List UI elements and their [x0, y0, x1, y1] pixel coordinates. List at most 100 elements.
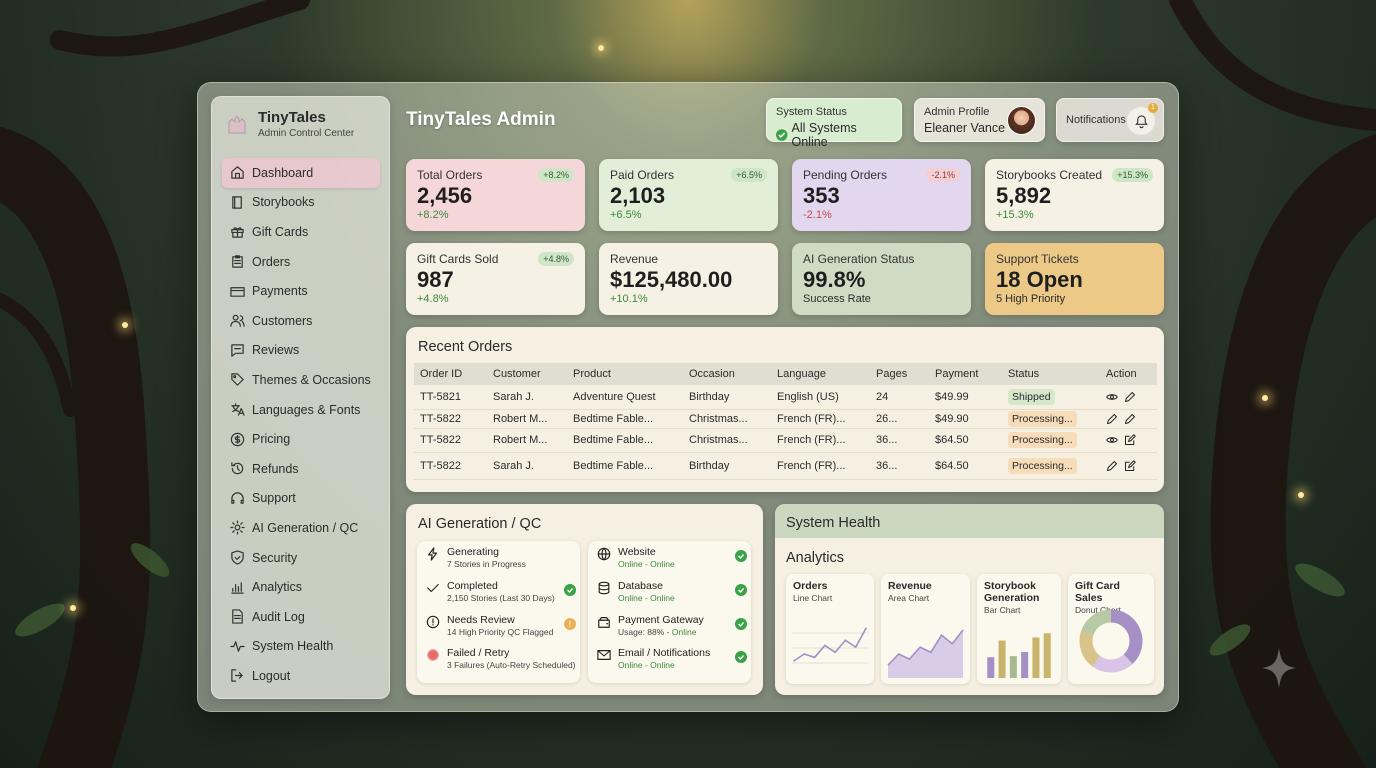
line-point [803, 653, 806, 655]
sidebar-item-customers[interactable]: Customers [222, 306, 380, 336]
bar-chart-icon [231, 581, 244, 594]
column-header[interactable]: Occasion [683, 363, 771, 385]
stat-change-badge: +15.3% [1112, 168, 1153, 182]
revenue-chart-card[interactable]: Revenue Area Chart [881, 574, 970, 684]
column-header[interactable]: Payment [929, 363, 1002, 385]
eye-action-button[interactable] [1106, 391, 1124, 403]
clipboard-icon [232, 255, 243, 268]
stat-card-paid-orders[interactable]: Paid Orders 2,103 +6.5% +6.5% [599, 159, 778, 231]
cell-payment: $64.50 [935, 434, 969, 446]
sidebar-item-label: Payments [252, 284, 308, 299]
cell-language: French (FR)... [777, 459, 846, 472]
edit-action-button[interactable] [1124, 434, 1142, 446]
stat-value: 2,456 [417, 183, 473, 208]
cell-payment: $49.90 [935, 412, 969, 425]
sidebar-item-reviews[interactable]: Reviews [222, 336, 380, 366]
orders-chart-card[interactable]: Orders Line Chart [786, 574, 874, 684]
document-icon [232, 609, 243, 624]
chart-type-label: Line Chart [793, 593, 833, 603]
stat-card-storybooks-created[interactable]: Storybooks Created 5,892 +15.3% +15.3% [985, 159, 1164, 231]
sidebar-item-audit-log[interactable]: Audit Log [222, 602, 380, 632]
stat-card-support-tickets[interactable]: Support Tickets 18 Open 5 High Priority [985, 243, 1164, 315]
column-header[interactable]: Product [567, 363, 683, 385]
column-header[interactable]: Order ID [414, 363, 487, 385]
generation-row-generating[interactable]: Generating 7 Stories in Progress [426, 546, 576, 569]
sidebar-item-pricing[interactable]: Pricing [222, 424, 380, 454]
table-header-row: Order ID Customer Product Occasion Language P… [414, 363, 1157, 385]
gift-card-sales-chart-card[interactable]: Gift Card Sales Donut Chart [1068, 574, 1154, 684]
system-status-pill[interactable]: System Status All Systems Online [766, 98, 902, 149]
stat-card-total-orders[interactable]: Total Orders 2,456 +8.2% +8.2% [406, 159, 585, 231]
sidebar-item-ai-generation-qc[interactable]: AI Generation / QC [222, 513, 380, 543]
table-row[interactable]: TT-5821 Sarah J. Adventure Quest Birthday En… [414, 385, 1157, 409]
sidebar-item-themes-occasions[interactable]: Themes & Occasions [222, 365, 380, 395]
cell-occasion: Christmas... [689, 434, 748, 446]
table-row[interactable]: TT-5822 Sarah J. Bedtime Fable... Birthday F… [414, 452, 1157, 479]
cell-product: Bedtime Fable... [573, 434, 654, 446]
cell-product: Bedtime Fable... [573, 412, 654, 425]
sidebar-item-label: Languages & Fonts [252, 402, 361, 417]
row-title: Database [618, 580, 663, 592]
bar [1009, 656, 1017, 678]
book-icon [232, 196, 242, 209]
table-row[interactable]: TT-5822 Robert M... Bedtime Fable... Christ… [414, 428, 1157, 452]
sidebar-item-system-health[interactable]: System Health [222, 632, 380, 662]
admin-profile-pill[interactable]: Admin Profile Eleaner Vance [914, 98, 1045, 142]
eye-action-button[interactable] [1106, 434, 1124, 446]
stat-change: +6.5% [610, 209, 642, 221]
pencil-action-button[interactable] [1124, 412, 1142, 424]
storybook-generation-chart-card[interactable]: Storybook Generation Bar Chart [977, 574, 1061, 684]
cell-customer: Sarah J. [493, 390, 534, 403]
translate-icon [231, 403, 245, 416]
sidebar-item-logout[interactable]: Logout [222, 661, 380, 691]
sidebar-item-label: Reviews [252, 343, 300, 358]
recent-orders-title: Recent Orders [418, 339, 513, 355]
column-header[interactable]: Language [771, 363, 870, 385]
sidebar-item-languages-fonts[interactable]: Languages & Fonts [222, 395, 380, 425]
admin-window: TinyTales Admin Control Center Dashboard… [197, 82, 1179, 712]
pencil-action-button[interactable] [1106, 412, 1124, 424]
status-badge: Processing... [1008, 432, 1077, 448]
column-header[interactable]: Action [1100, 363, 1157, 385]
cell-occasion: Birthday [689, 390, 730, 403]
column-header[interactable]: Pages [870, 363, 929, 385]
eye-icon [1106, 394, 1118, 400]
stat-card-revenue[interactable]: Revenue $125,480.00 +10.1% [599, 243, 778, 315]
sidebar-item-analytics[interactable]: Analytics [222, 572, 380, 602]
sidebar-item-refunds[interactable]: Refunds [222, 454, 380, 484]
row-title: Completed [447, 580, 498, 592]
sidebar-item-payments[interactable]: Payments [222, 276, 380, 306]
sidebar-item-storybooks[interactable]: Storybooks [222, 188, 380, 218]
notifications-button[interactable]: Notifications 1 [1056, 98, 1164, 142]
sidebar-item-dashboard[interactable]: Dashboard [222, 158, 380, 188]
generation-row-needs-review[interactable]: Needs Review 14 High Priority QC Flagged… [426, 614, 576, 637]
stat-change: +4.8% [417, 293, 449, 305]
stat-card-gift-cards-sold[interactable]: Gift Cards Sold 987 +4.8% +4.8% [406, 243, 585, 315]
stat-value: $125,480.00 [610, 267, 733, 292]
stat-card-ai-generation-status[interactable]: AI Generation Status 99.8% Success Rate [792, 243, 971, 315]
stat-value: 18 Open [996, 267, 1083, 292]
sidebar-item-gift-cards[interactable]: Gift Cards [222, 217, 380, 247]
column-header[interactable]: Status [1002, 363, 1100, 385]
service-row-email-notifications[interactable]: Email / Notifications Online - Online [597, 647, 747, 670]
cell-payment: $64.50 [935, 459, 969, 472]
sidebar-item-security[interactable]: Security [222, 543, 380, 573]
message-icon [231, 344, 244, 357]
service-row-payment-gateway[interactable]: Payment Gateway Usage: 88% - Online [597, 614, 747, 637]
generation-row-completed[interactable]: Completed 2,150 Stories (Last 30 Days) [426, 580, 576, 603]
service-row-website[interactable]: Website Online - Online [597, 546, 747, 569]
sidebar-item-support[interactable]: Support [222, 484, 380, 514]
service-row-database[interactable]: Database Online - Online [597, 580, 747, 603]
column-header[interactable]: Customer [487, 363, 567, 385]
pencil-action-button[interactable] [1124, 391, 1142, 403]
stat-card-pending-orders[interactable]: Pending Orders 353 -2.1% -2.1% [792, 159, 971, 231]
cell-payment: $49.99 [935, 390, 969, 403]
pencil-action-button[interactable] [1106, 459, 1124, 471]
edit-action-button[interactable] [1124, 459, 1142, 471]
table-row[interactable]: TT-5822 Robert M... Bedtime Fable... Christ… [414, 409, 1157, 428]
generation-row-failed-retry[interactable]: Failed / Retry 3 Failures (Auto-Retry Sc… [426, 647, 576, 670]
check-icon [427, 583, 439, 593]
firefly [1262, 395, 1268, 401]
sidebar-item-orders[interactable]: Orders [222, 247, 380, 277]
headset-icon [231, 492, 244, 504]
